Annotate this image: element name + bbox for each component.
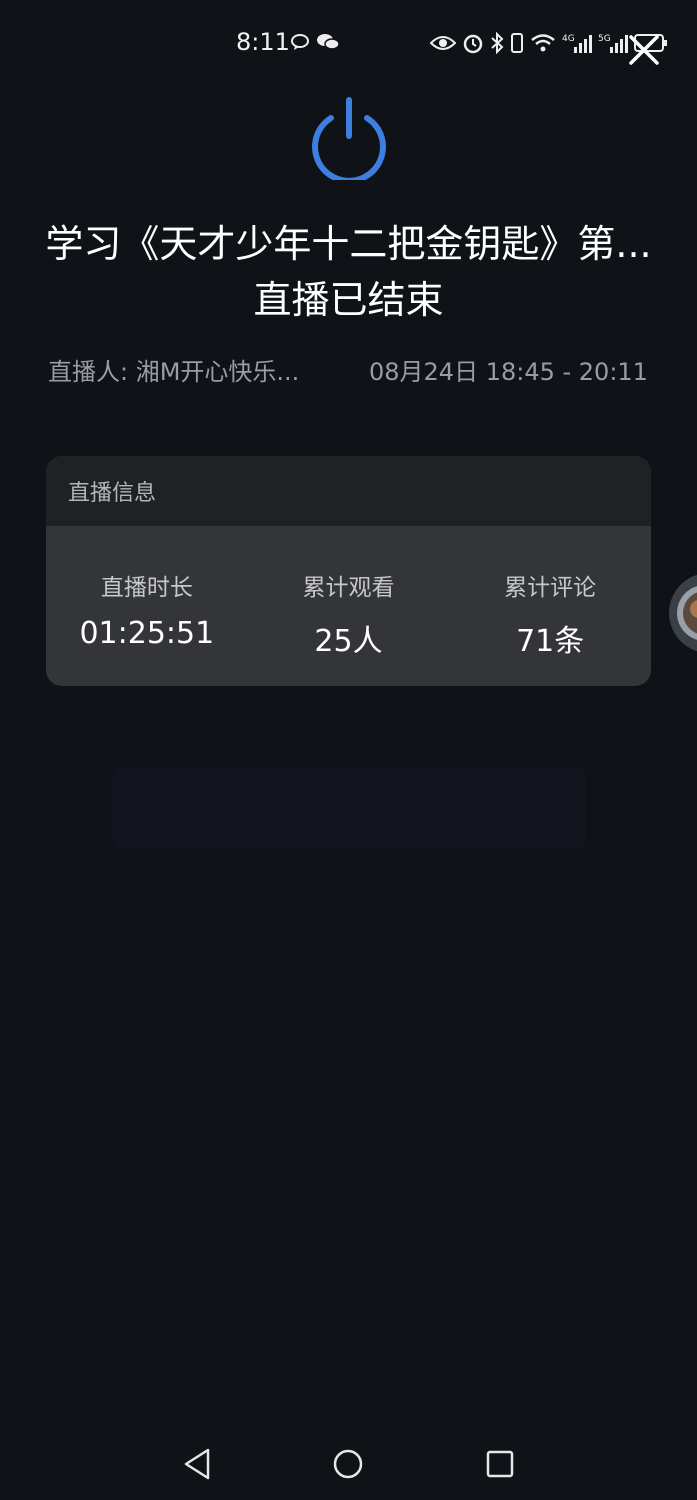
stat-comments: 累计评论 71条 <box>449 526 651 686</box>
eye-icon <box>430 36 456 50</box>
live-title: 学习《天才少年十二把金钥匙》第... <box>45 222 652 266</box>
phone-vibrate-icon <box>511 33 523 53</box>
stat-label: 累计观看 <box>302 575 395 601</box>
svg-text:5G: 5G <box>598 34 611 44</box>
bluetooth-icon <box>491 32 504 54</box>
host-name: 直播人: 湘M开心快乐... <box>48 358 300 386</box>
status-time: 8:11 <box>236 28 290 56</box>
system-nav-bar <box>0 1420 697 1500</box>
signal-4g-icon: 4G <box>562 34 592 53</box>
live-ended-status: 直播已结束 <box>253 278 444 322</box>
wechat-icon <box>317 34 340 50</box>
chat-bubble-icon <box>291 34 309 50</box>
avatar-icon <box>677 586 697 640</box>
live-time-range: 08月24日 18:45 - 20:11 <box>369 358 648 386</box>
stat-value: 71条 <box>516 624 585 659</box>
content-placeholder <box>112 768 586 848</box>
back-icon[interactable] <box>176 1442 220 1486</box>
stat-duration: 直播时长 01:25:51 <box>46 526 248 686</box>
alarm-icon <box>463 34 483 54</box>
wifi-icon <box>531 34 555 52</box>
power-icon <box>312 97 386 180</box>
stat-value: 01:25:51 <box>79 616 215 651</box>
floating-avatar[interactable] <box>669 573 697 653</box>
home-icon[interactable] <box>326 1442 370 1486</box>
svg-text:4G: 4G <box>562 34 575 44</box>
recents-icon[interactable] <box>478 1442 522 1486</box>
status-bar: 8:11 4G 5G <box>0 0 697 80</box>
status-notification-icons <box>290 32 340 52</box>
close-icon[interactable] <box>624 30 664 70</box>
live-info-card: 直播信息 直播时长 01:25:51 累计观看 25人 累计评论 71条 <box>46 456 651 686</box>
live-info-header: 直播信息 <box>46 456 651 526</box>
stat-label: 累计评论 <box>504 575 597 601</box>
stat-viewers: 累计观看 25人 <box>248 526 450 686</box>
live-stats: 直播时长 01:25:51 累计观看 25人 累计评论 71条 <box>46 526 651 686</box>
stat-label: 直播时长 <box>100 575 193 601</box>
stat-value: 25人 <box>314 624 383 659</box>
